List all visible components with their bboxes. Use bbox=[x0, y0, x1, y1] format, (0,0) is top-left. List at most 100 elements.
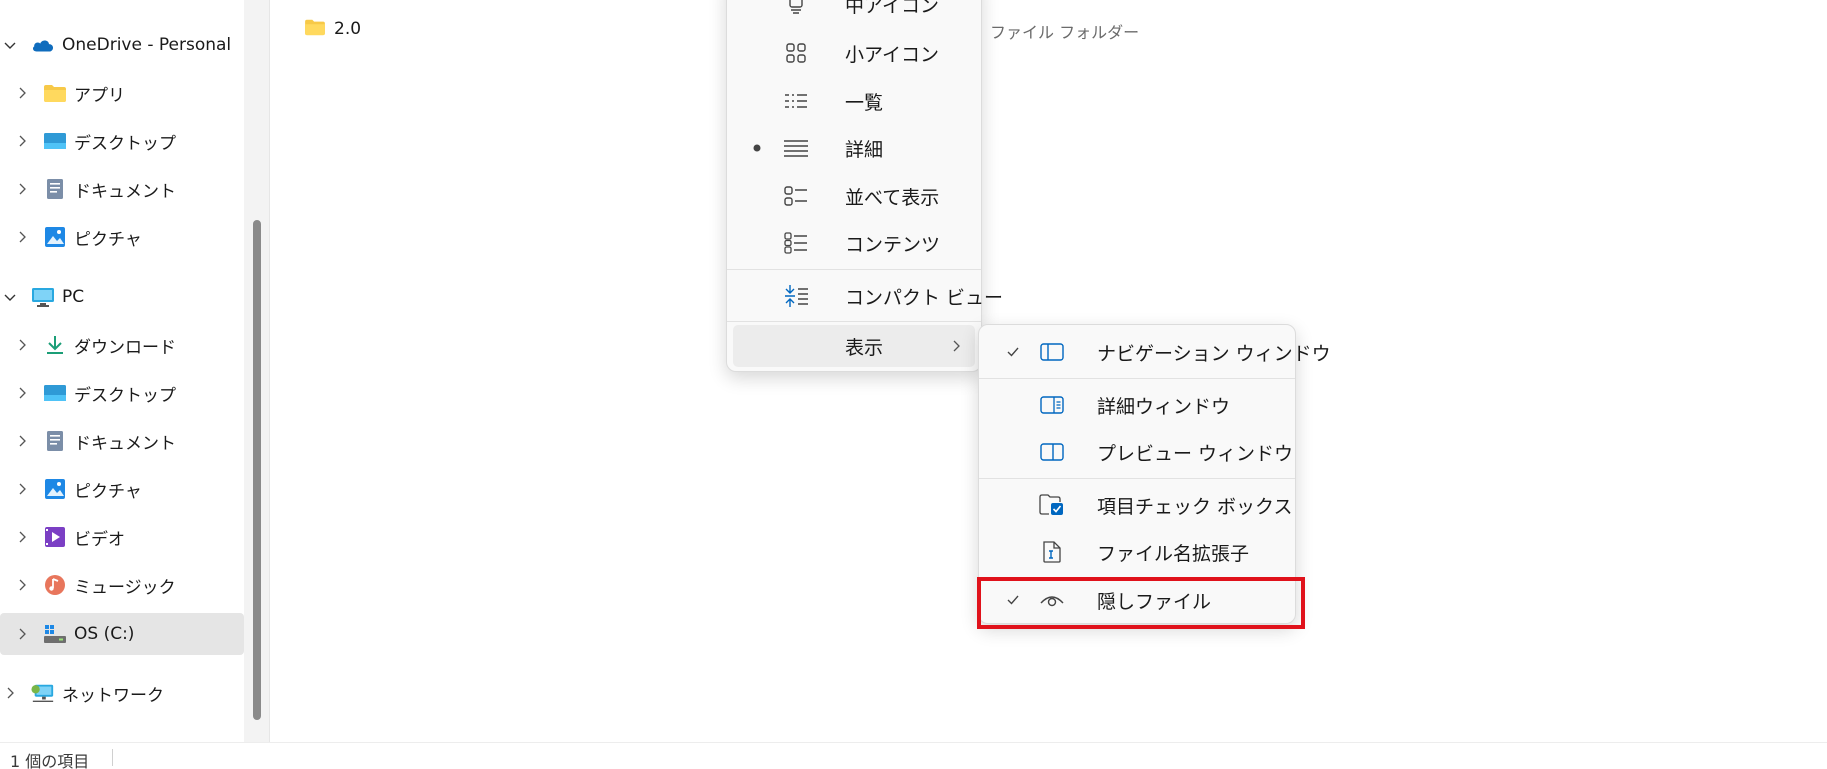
sidebar-item-label: ダウンロード bbox=[74, 337, 176, 358]
sidebar-item-label: デスクトップ bbox=[74, 385, 176, 406]
tiles-view-icon bbox=[783, 183, 809, 209]
chevron-right-icon bbox=[943, 333, 969, 359]
sidebar-item-downloads[interactable]: ダウンロード bbox=[0, 324, 244, 366]
menu-item-show[interactable]: 表示 bbox=[733, 325, 975, 367]
pictures-icon bbox=[43, 226, 67, 248]
sidebar-item-music[interactable]: ミュージック bbox=[0, 564, 244, 606]
menu-item-navigation-pane[interactable]: ナビゲーション ウィンドウ bbox=[985, 331, 1331, 373]
sidebar-item-label: OneDrive - Personal bbox=[62, 35, 232, 55]
chevron-right-icon[interactable] bbox=[12, 383, 32, 403]
menu-item-details-pane[interactable]: 詳細ウィンドウ bbox=[985, 384, 1289, 426]
menu-item-tiles[interactable]: 並べて表示 bbox=[733, 175, 975, 217]
sidebar-item-label: ピクチャ bbox=[74, 481, 142, 502]
sidebar-item-videos[interactable]: ビデオ bbox=[0, 516, 244, 558]
file-name: 2.0 bbox=[334, 19, 362, 39]
sidebar-item-label: ピクチャ bbox=[74, 229, 142, 250]
compact-view-icon bbox=[783, 283, 809, 309]
documents-icon bbox=[43, 430, 67, 452]
item-count: 1 個の項目 bbox=[10, 752, 90, 769]
menu-item-label: ナビゲーション ウィンドウ bbox=[1097, 342, 1331, 365]
sidebar-item-label: ドキュメント bbox=[74, 181, 176, 202]
sidebar-scrollbar-thumb[interactable] bbox=[253, 220, 261, 720]
menu-item-small-icons[interactable]: 小アイコン bbox=[733, 32, 975, 74]
chevron-right-icon[interactable] bbox=[12, 431, 32, 451]
menu-item-medium-icons[interactable]: 中アイコン bbox=[733, 0, 975, 25]
sidebar-item-documents[interactable]: ドキュメント bbox=[0, 168, 244, 210]
sidebar-item-desktop[interactable]: デスクトップ bbox=[0, 120, 244, 162]
menu-item-list[interactable]: 一覧 bbox=[733, 80, 975, 122]
chevron-right-icon[interactable] bbox=[12, 83, 32, 103]
menu-item-details[interactable]: 詳細 bbox=[733, 127, 975, 169]
sidebar-item-network[interactable]: ネットワーク bbox=[0, 672, 244, 714]
navigation-pane: OneDrive - Personal アプリ デスクトップ ドキュメント ピク… bbox=[0, 0, 244, 742]
file-extension-icon bbox=[1039, 539, 1065, 565]
menu-item-label: プレビュー ウィンドウ bbox=[1097, 442, 1294, 465]
sidebar-item-pictures[interactable]: ピクチャ bbox=[0, 216, 244, 258]
sidebar-item-pc[interactable]: PC bbox=[0, 276, 244, 318]
medium-icons-icon bbox=[783, 0, 809, 17]
chevron-right-icon[interactable] bbox=[12, 227, 32, 247]
chevron-down-icon[interactable] bbox=[0, 35, 20, 55]
preview-pane-icon bbox=[1039, 439, 1065, 465]
menu-item-label: 小アイコン bbox=[845, 43, 940, 66]
checkmark-icon bbox=[1003, 342, 1023, 362]
sidebar-item-label: アプリ bbox=[74, 85, 125, 106]
chevron-right-icon[interactable] bbox=[12, 131, 32, 151]
menu-item-label: ファイル名拡張子 bbox=[1097, 542, 1250, 565]
menu-separator bbox=[727, 269, 981, 270]
desktop-icon bbox=[43, 382, 67, 404]
sidebar-item-label: OS (C:) bbox=[74, 624, 135, 644]
sidebar-item-label: ドキュメント bbox=[74, 433, 176, 454]
menu-item-label: コンテンツ bbox=[845, 233, 941, 256]
sidebar-item-desktop[interactable]: デスクトップ bbox=[0, 372, 244, 414]
sidebar-item-pictures[interactable]: ピクチャ bbox=[0, 468, 244, 510]
pictures-icon bbox=[43, 478, 67, 500]
sidebar-item-onedrive[interactable]: OneDrive - Personal bbox=[0, 24, 244, 66]
sidebar-item-label: ミュージック bbox=[74, 577, 176, 598]
list-view-icon bbox=[783, 88, 809, 114]
menu-item-label: 項目チェック ボックス bbox=[1097, 495, 1293, 518]
menu-item-label: 詳細ウィンドウ bbox=[1097, 395, 1231, 418]
menu-item-content[interactable]: コンテンツ bbox=[733, 222, 975, 264]
menu-separator bbox=[727, 321, 981, 322]
videos-icon bbox=[43, 526, 67, 548]
drive-icon bbox=[43, 623, 67, 645]
chevron-right-icon[interactable] bbox=[12, 527, 32, 547]
menu-item-preview-pane[interactable]: プレビュー ウィンドウ bbox=[985, 431, 1293, 473]
file-type: ファイル フォルダー bbox=[990, 23, 1140, 42]
menu-item-label: 一覧 bbox=[845, 91, 884, 114]
chevron-right-icon[interactable] bbox=[12, 624, 32, 644]
chevron-down-icon[interactable] bbox=[0, 287, 20, 307]
file-list-row[interactable]: 2.0 bbox=[304, 17, 361, 41]
folder-icon bbox=[304, 18, 326, 41]
small-icons-icon bbox=[783, 40, 809, 66]
menu-item-label: 並べて表示 bbox=[845, 186, 940, 209]
navigation-pane-icon bbox=[1039, 339, 1065, 365]
network-icon bbox=[31, 682, 55, 704]
menu-item-item-checkboxes[interactable]: 項目チェック ボックス bbox=[985, 484, 1293, 526]
layout-menu: 中アイコン 小アイコン 一覧 詳細 並べて表示 コンテンツ コンパクト ビュー … bbox=[726, 0, 1003, 372]
chevron-right-icon[interactable] bbox=[12, 179, 32, 199]
menu-item-compact-view[interactable]: コンパクト ビュー bbox=[733, 275, 1003, 317]
chevron-right-icon[interactable] bbox=[12, 479, 32, 499]
status-separator bbox=[112, 749, 113, 766]
sidebar-item-label: PC bbox=[62, 287, 85, 307]
status-bar: 1 個の項目 bbox=[0, 742, 1827, 769]
menu-item-label: 詳細 bbox=[845, 138, 884, 161]
highlight-annotation bbox=[977, 577, 1305, 629]
folder-icon bbox=[43, 82, 67, 104]
music-icon bbox=[43, 574, 67, 596]
sidebar-item-label: ビデオ bbox=[74, 529, 125, 550]
sidebar-item-os-c[interactable]: OS (C:) bbox=[0, 613, 244, 655]
chevron-right-icon[interactable] bbox=[0, 683, 20, 703]
pc-icon bbox=[31, 286, 55, 308]
menu-item-label: 中アイコン bbox=[845, 0, 940, 17]
sidebar-item-documents[interactable]: ドキュメント bbox=[0, 420, 244, 462]
item-checkbox-icon bbox=[1039, 492, 1065, 518]
chevron-right-icon[interactable] bbox=[12, 335, 32, 355]
sidebar-item-apps[interactable]: アプリ bbox=[0, 72, 244, 114]
menu-item-file-extensions[interactable]: ファイル名拡張子 bbox=[985, 531, 1289, 573]
download-icon bbox=[43, 334, 67, 356]
chevron-right-icon[interactable] bbox=[12, 575, 32, 595]
selected-dot-icon bbox=[747, 138, 767, 158]
